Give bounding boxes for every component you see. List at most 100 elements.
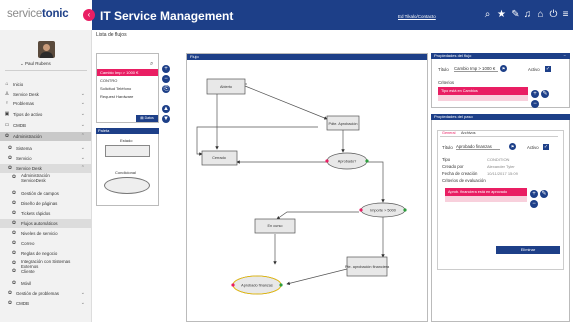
sidebar-toggle-button[interactable]: ‹ xyxy=(83,9,95,21)
sidebar-item[interactable]: ♙ Service Desk ⌄ xyxy=(0,90,91,99)
sidebar-item[interactable]: ✿ Sistema ⌄ xyxy=(0,144,91,153)
add-flow-button[interactable]: + xyxy=(162,65,170,73)
flow-title-action-button[interactable]: ⚑ xyxy=(500,65,507,72)
tab-archivos[interactable]: Archivos xyxy=(461,131,476,135)
sidebar-item[interactable]: ✿ Correo xyxy=(0,239,91,248)
chevron-icon[interactable]: ⌄ xyxy=(81,155,85,161)
edit-step-criterion-button[interactable]: ✎ xyxy=(540,190,548,198)
bell-icon[interactable]: ♫ xyxy=(522,10,533,20)
node-label: En curso xyxy=(268,224,283,228)
star-icon[interactable]: ★ xyxy=(496,10,507,20)
move-up-button[interactable]: ▲ xyxy=(162,105,170,113)
monitor-icon: ▭ xyxy=(4,122,10,128)
remove-flow-button[interactable]: − xyxy=(162,75,170,83)
bulb-icon: ♀ xyxy=(5,100,9,106)
sidebar-item-label: Reglas de negocio xyxy=(21,251,58,256)
sidebar-item[interactable]: ✿ Servicio ⌄ xyxy=(0,154,91,163)
sidebar-item[interactable]: ✿ Administración ⌃ xyxy=(0,132,91,141)
eliminar-button[interactable]: Eliminar xyxy=(496,246,560,254)
flow-properties-title-text: Propiedades del flujo xyxy=(434,53,472,58)
palette-estado-label: Estado xyxy=(120,138,133,143)
active-checkbox[interactable]: ✓ xyxy=(545,66,551,72)
sidebar-item[interactable]: ✿ CMDB ⌄ xyxy=(0,299,91,308)
condition-no-dot xyxy=(325,159,329,163)
flow-list-item[interactable]: Cambio Imp > 1000 € xyxy=(97,69,158,76)
sidebar-item[interactable]: ✿ Reglas de negocio xyxy=(0,249,91,258)
sidebar-item[interactable]: ✿ Gestión de campos xyxy=(0,189,91,198)
sidebar-item[interactable]: ⌂ Inicio xyxy=(0,80,91,89)
sidebar-item[interactable]: ▭ CMDB ⌄ xyxy=(0,121,91,130)
flow-list-item[interactable]: Solicitud Teléfono xyxy=(97,85,158,92)
remove-step-criterion-button[interactable]: − xyxy=(530,200,538,208)
collapse-button[interactable]: − xyxy=(564,53,566,59)
criterion-chip[interactable]: Tipo está en Cambios xyxy=(438,87,528,95)
flow-canvas[interactable]: Flujo Abierto Pdte. Aprobación Cerrado A… xyxy=(186,53,428,322)
sidebar-item[interactable]: ✿ Gestión de problemas ⌄ xyxy=(0,289,91,298)
sidebar-item-label: Problemas xyxy=(13,101,34,106)
tipo-value: CONDITION xyxy=(487,157,510,162)
chevron-icon[interactable]: ⌄ xyxy=(81,290,85,296)
add-step-criterion-button[interactable]: + xyxy=(530,190,538,198)
sidebar-item-label: Flujos automáticos xyxy=(21,221,58,226)
chevron-icon[interactable]: ⌄ xyxy=(81,300,85,306)
chevron-icon[interactable]: ⌄ xyxy=(81,145,85,151)
add-criterion-button[interactable]: + xyxy=(531,90,539,98)
palette-state-shape[interactable] xyxy=(105,145,150,157)
criterios-evaluacion-label: Criterios de evaluación xyxy=(442,178,486,183)
edge xyxy=(244,85,328,120)
node-label: Abierto xyxy=(220,85,232,89)
chevron-icon[interactable]: ⌃ xyxy=(81,165,85,171)
step-criterion-chip[interactable]: Aprob. financiera está en aprovado xyxy=(445,188,527,196)
gear-icon: ✿ xyxy=(7,155,13,161)
step-title-input[interactable]: Aprobado finanzas xyxy=(456,144,500,150)
search-icon[interactable]: ⌕ xyxy=(482,10,493,20)
edge xyxy=(286,268,348,286)
move-down-button[interactable]: ▼ xyxy=(162,115,170,123)
power-icon[interactable]: ⏻ xyxy=(548,10,559,20)
sidebar-item[interactable]: ✿ Niveles de servicio xyxy=(0,229,91,238)
chevron-icon[interactable]: ⌃ xyxy=(81,133,85,139)
edit-criterion-button[interactable]: ✎ xyxy=(541,90,549,98)
tab-general[interactable]: General xyxy=(442,131,456,135)
step-title-action-button[interactable]: ⚑ xyxy=(509,143,516,150)
user-contact-link[interactable]: Ed Tikalo/Contacto xyxy=(398,14,436,19)
search-icon[interactable]: ⌕ xyxy=(150,61,153,68)
sidebar-item[interactable]: ♀ Problemas ⌄ xyxy=(0,99,91,108)
sidebar-item-label: Sistema xyxy=(16,146,32,151)
sidebar-item[interactable]: ✿ Tickets rápidos xyxy=(0,209,91,218)
copy-flow-button[interactable]: ⎘ xyxy=(162,85,170,93)
flow-list-item[interactable]: Request Hardware xyxy=(97,93,158,100)
criterios-label: Criterios xyxy=(438,80,454,85)
sidebar-item-label: Diseño de páginas xyxy=(21,201,58,206)
sidebar-item-label: Administración xyxy=(13,134,42,139)
wrench-icon[interactable]: ✎ xyxy=(510,10,521,20)
chevron-icon[interactable]: ⌄ xyxy=(81,91,85,97)
sidebar-item-label: Gestión de campos xyxy=(21,191,59,196)
user-name[interactable]: ⌄ Paul Rubens xyxy=(20,61,51,67)
chevron-icon[interactable]: ⌄ xyxy=(81,122,85,128)
node-label: Aprobado? xyxy=(338,160,357,164)
flow-title-input[interactable]: Cambio Imp > 1000 € xyxy=(454,66,498,72)
sidebar-item[interactable]: ✿ Service Desk ⌃ xyxy=(0,164,91,173)
chevron-icon[interactable]: ⌄ xyxy=(81,111,85,117)
app-title: IT Service Management xyxy=(100,9,234,23)
gear-icon: ✿ xyxy=(11,268,17,274)
sidebar-item-label: Administración ServiceDesk xyxy=(21,173,50,183)
sidebar-item[interactable]: ✿ Administración ServiceDesk xyxy=(0,173,91,186)
condition-yes-dot xyxy=(279,283,283,287)
datos-button[interactable]: ▤ Datos xyxy=(136,115,158,122)
sidebar-item[interactable]: ✿ Cliente xyxy=(0,267,91,276)
flow-list-item[interactable]: CONTRO xyxy=(97,77,158,84)
sidebar-item[interactable]: ✿ Flujos automáticos xyxy=(0,219,91,228)
step-titulo-label: Título xyxy=(442,145,453,150)
gift-icon[interactable]: ⌂ xyxy=(535,10,546,20)
menu-icon[interactable]: ≡ xyxy=(560,10,571,20)
sidebar-item[interactable]: ▣ Tipos de activo ⌄ xyxy=(0,110,91,119)
page-title: Lista de flujos xyxy=(96,32,127,38)
chevron-icon[interactable]: ⌄ xyxy=(81,100,85,106)
step-active-checkbox[interactable]: ✓ xyxy=(543,144,549,150)
palette-condition-shape[interactable] xyxy=(104,177,150,194)
sidebar-item[interactable]: ✿ Diseño de páginas xyxy=(0,199,91,208)
sidebar-item[interactable]: ✿ Móvil xyxy=(0,279,91,288)
remove-criterion-button[interactable]: − xyxy=(531,100,539,108)
